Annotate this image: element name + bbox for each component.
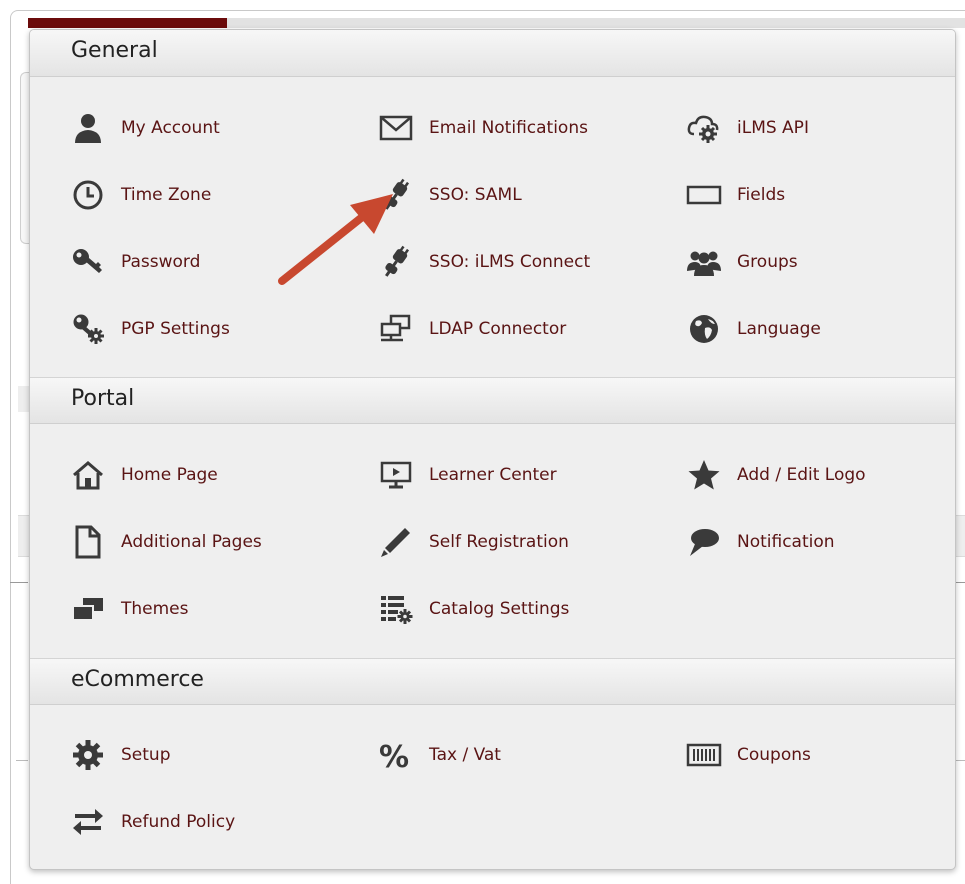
background-divider — [10, 582, 28, 583]
menu-item-catalog-settings[interactable]: Catalog Settings — [378, 589, 569, 629]
star-icon — [684, 455, 724, 495]
key-gear-icon — [68, 309, 108, 349]
pencil-icon — [376, 522, 416, 562]
user-icon — [68, 108, 108, 148]
menu-item-additional-pages[interactable]: Additional Pages — [70, 522, 262, 562]
list-gear-icon — [376, 589, 416, 629]
menu-item-label: LDAP Connector — [429, 319, 567, 339]
menu-item-label: Password — [121, 252, 201, 272]
key-icon — [68, 242, 108, 282]
chat-bubble-icon — [684, 522, 724, 562]
menu-item-groups[interactable]: Groups — [686, 242, 798, 282]
menu-item-notification[interactable]: Notification — [686, 522, 835, 562]
background-active-tab-indicator — [28, 18, 227, 28]
menu-item-label: Language — [737, 319, 821, 339]
cloud-gear-icon — [684, 108, 724, 148]
section-title: eCommerce — [71, 667, 204, 692]
annotation-arrow — [278, 194, 393, 285]
network-icon — [376, 309, 416, 349]
svg-text:%: % — [379, 740, 409, 771]
home-icon — [68, 455, 108, 495]
menu-item-fields[interactable]: Fields — [686, 175, 785, 215]
settings-dropdown-menu: General My Account Email Notifications i… — [29, 29, 956, 870]
globe-icon — [684, 309, 724, 349]
clock-icon — [68, 175, 108, 215]
menu-item-label: Catalog Settings — [429, 599, 570, 619]
menu-item-label: Themes — [121, 599, 189, 619]
menu-item-pgp-settings[interactable]: PGP Settings — [70, 309, 230, 349]
monitor-play-icon — [376, 455, 416, 495]
menu-item-label: Self Registration — [429, 532, 569, 552]
exchange-icon — [68, 802, 108, 842]
menu-item-label: Additional Pages — [121, 532, 262, 552]
menu-item-label: Home Page — [121, 465, 218, 485]
menu-item-self-registration[interactable]: Self Registration — [378, 522, 569, 562]
windows-icon — [68, 589, 108, 629]
menu-item-label: Add / Edit Logo — [737, 465, 866, 485]
section-title: Portal — [71, 386, 135, 411]
menu-item-label: iLMS API — [737, 118, 809, 138]
menu-item-time-zone[interactable]: Time Zone — [70, 175, 211, 215]
menu-item-label: Setup — [121, 745, 171, 765]
gear-icon — [68, 735, 108, 775]
menu-item-setup[interactable]: Setup — [70, 735, 170, 775]
menu-item-home-page[interactable]: Home Page — [70, 455, 218, 495]
menu-item-learner-center[interactable]: Learner Center — [378, 455, 557, 495]
menu-item-label: Email Notifications — [429, 118, 588, 138]
menu-item-label: Tax / Vat — [429, 745, 501, 765]
section-header-general: General — [30, 30, 955, 77]
envelope-icon — [376, 108, 416, 148]
menu-item-ldap-connector[interactable]: LDAP Connector — [378, 309, 566, 349]
menu-item-language[interactable]: Language — [686, 309, 821, 349]
menu-item-label: Learner Center — [429, 465, 557, 485]
menu-item-sso-ilms-connect[interactable]: SSO: iLMS Connect — [378, 242, 590, 282]
menu-item-my-account[interactable]: My Account — [70, 108, 220, 148]
menu-item-label: PGP Settings — [121, 319, 230, 339]
menu-item-ilms-api[interactable]: iLMS API — [686, 108, 809, 148]
menu-item-add-edit-logo[interactable]: Add / Edit Logo — [686, 455, 866, 495]
section-title: General — [71, 38, 158, 63]
menu-item-label: Refund Policy — [121, 812, 236, 832]
section-header-ecommerce: eCommerce — [30, 658, 955, 705]
menu-item-password[interactable]: Password — [70, 242, 200, 282]
menu-item-label: Fields — [737, 185, 786, 205]
menu-item-label: SSO: iLMS Connect — [429, 252, 591, 272]
field-box-icon — [684, 175, 724, 215]
group-icon — [684, 242, 724, 282]
menu-item-label: Coupons — [737, 745, 811, 765]
background-divider — [16, 760, 28, 761]
percent-icon: % — [376, 735, 416, 775]
section-header-portal: Portal — [30, 377, 955, 424]
menu-item-label: SSO: SAML — [429, 185, 522, 205]
menu-item-coupons[interactable]: Coupons — [686, 735, 811, 775]
menu-item-label: My Account — [121, 118, 220, 138]
barcode-icon — [684, 735, 724, 775]
menu-item-label: Groups — [737, 252, 798, 272]
menu-item-email-notifications[interactable]: Email Notifications — [378, 108, 588, 148]
menu-item-themes[interactable]: Themes — [70, 589, 189, 629]
menu-item-label: Time Zone — [121, 185, 212, 205]
menu-item-refund-policy[interactable]: Refund Policy — [70, 802, 235, 842]
menu-item-tax-vat[interactable]: % Tax / Vat — [378, 735, 501, 775]
page-icon — [68, 522, 108, 562]
menu-item-label: Notification — [737, 532, 835, 552]
